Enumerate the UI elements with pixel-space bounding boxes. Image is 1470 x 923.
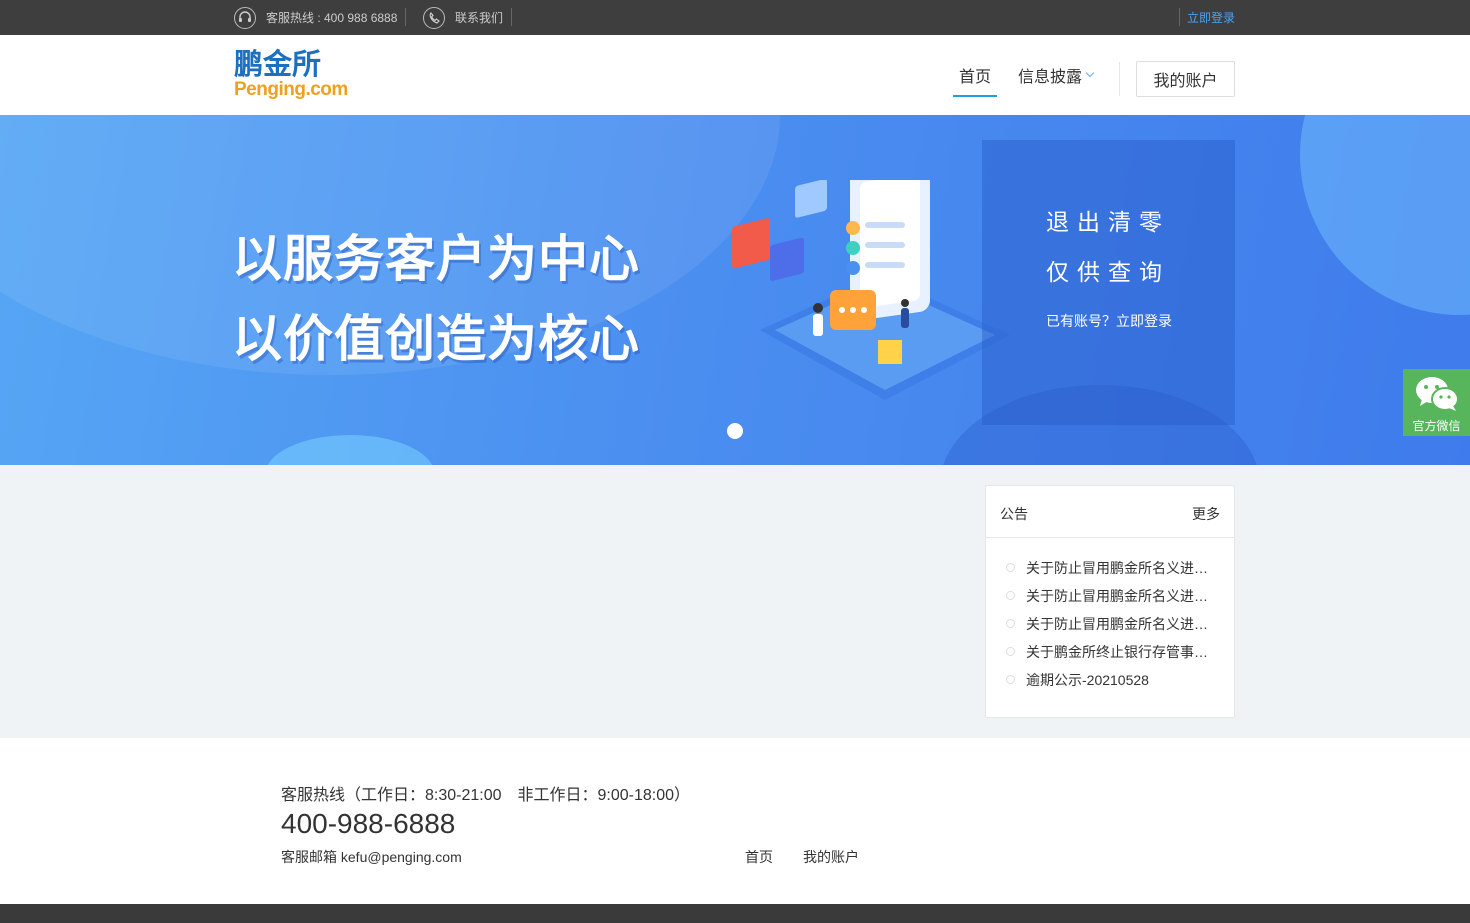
bullet-icon <box>1006 563 1015 572</box>
footer-hotline-hours: 客服热线（工作日：8:30-21:00 非工作日：9:00-18:00） <box>281 787 691 804</box>
panel-line-1: 退出清零 <box>1046 209 1170 235</box>
footer: 客服热线（工作日：8:30-21:00 非工作日：9:00-18:00） 400… <box>0 738 1470 904</box>
notice-header: 公告 更多 <box>986 486 1234 538</box>
notice-item[interactable]: 关于鹏金所终止银行存管事… <box>986 644 1234 672</box>
notice-item-text: 关于防止冒用鹏金所名义进… <box>1026 616 1208 632</box>
notice-title: 公告 <box>1000 506 1028 522</box>
headset-icon <box>234 6 256 29</box>
notice-item-text: 逾期公示-20210528 <box>1026 672 1149 688</box>
my-account-button[interactable]: 我的账户 <box>1136 61 1235 97</box>
slogan-line-1: 以服务客户为中心 <box>232 230 640 288</box>
wechat-float-button[interactable]: 官方微信 <box>1403 369 1470 436</box>
divider <box>511 8 512 26</box>
phone-icon <box>423 6 445 29</box>
bullet-icon <box>1006 647 1015 656</box>
panel-line-2: 仅供查询 <box>1046 259 1170 285</box>
logo-cn: 鹏金所 <box>234 47 322 81</box>
nav-divider <box>1119 62 1120 96</box>
notice-more-link[interactable]: 更多 <box>1192 504 1220 524</box>
bullet-icon <box>1006 675 1015 684</box>
wechat-label: 官方微信 <box>1412 419 1461 433</box>
footer-link-home[interactable]: 首页 <box>745 847 773 867</box>
hotline-item: 客服热线 : 400 988 6888 <box>234 0 397 35</box>
bullet-icon <box>1006 591 1015 600</box>
active-underline <box>953 95 997 97</box>
finance-illustration <box>732 180 1010 400</box>
nav-info-label: 信息披露 <box>1018 69 1083 86</box>
nav-info-disclosure[interactable]: 信息披露 <box>1018 35 1095 115</box>
header: 鹏金所 Penging.com 首页 信息披露 我的账户 <box>0 35 1470 115</box>
contact-text: 联系我们 <box>455 11 504 25</box>
contact-link[interactable]: 联系我们 <box>423 0 503 35</box>
login-panel: 退出清零 仅供查询 已有账号？立即登录 <box>982 140 1235 425</box>
chevron-down-icon <box>1085 68 1095 78</box>
divider <box>405 8 406 26</box>
nav-home-label: 首页 <box>959 69 992 86</box>
notice-item-text: 关于防止冒用鹏金所名义进… <box>1026 560 1208 576</box>
decor-circle <box>1300 115 1470 315</box>
decor-circle <box>265 435 435 465</box>
hero-banner[interactable]: 以服务客户为中心 以价值创造为核心 退出清零 仅供查询 已有账号？立即登录 <box>0 115 1470 465</box>
notice-item[interactable]: 关于防止冒用鹏金所名义进… <box>986 588 1234 616</box>
wechat-icon <box>1416 377 1459 411</box>
hotline-text: 客服热线 : 400 988 6888 <box>266 11 398 25</box>
divider <box>1179 8 1180 26</box>
notice-list: 关于防止冒用鹏金所名义进… 关于防止冒用鹏金所名义进… 关于防止冒用鹏金所名义进… <box>986 538 1234 700</box>
logo[interactable]: 鹏金所 Penging.com <box>234 48 350 102</box>
notice-item-text: 关于防止冒用鹏金所名义进… <box>1026 588 1208 604</box>
footer-email: 客服邮箱 kefu@penging.com <box>281 849 462 865</box>
login-link[interactable]: 立即登录 <box>1187 0 1235 35</box>
bullet-icon <box>1006 619 1015 628</box>
notice-item-text: 关于鹏金所终止银行存管事… <box>1026 644 1208 660</box>
notice-item[interactable]: 关于防止冒用鹏金所名义进… <box>986 616 1234 644</box>
footer-phone: 400-988-6888 <box>281 808 456 839</box>
notice-item[interactable]: 逾期公示-20210528 <box>986 672 1234 700</box>
logo-en: Penging.com <box>234 79 348 100</box>
bottom-bar <box>0 904 1470 923</box>
top-bar: 客服热线 : 400 988 6888 联系我们 立即登录 <box>0 0 1470 35</box>
slogan-line-2: 以价值创造为核心 <box>232 310 640 368</box>
notice-card: 公告 更多 关于防止冒用鹏金所名义进… 关于防止冒用鹏金所名义进… 关于防止冒用… <box>985 485 1235 718</box>
nav-home[interactable]: 首页 <box>953 35 997 115</box>
footer-link-account[interactable]: 我的账户 <box>803 847 859 867</box>
carousel-dot[interactable] <box>727 423 743 439</box>
panel-login-link[interactable]: 已有账号？立即登录 <box>1046 311 1172 331</box>
notice-item[interactable]: 关于防止冒用鹏金所名义进… <box>986 560 1234 588</box>
